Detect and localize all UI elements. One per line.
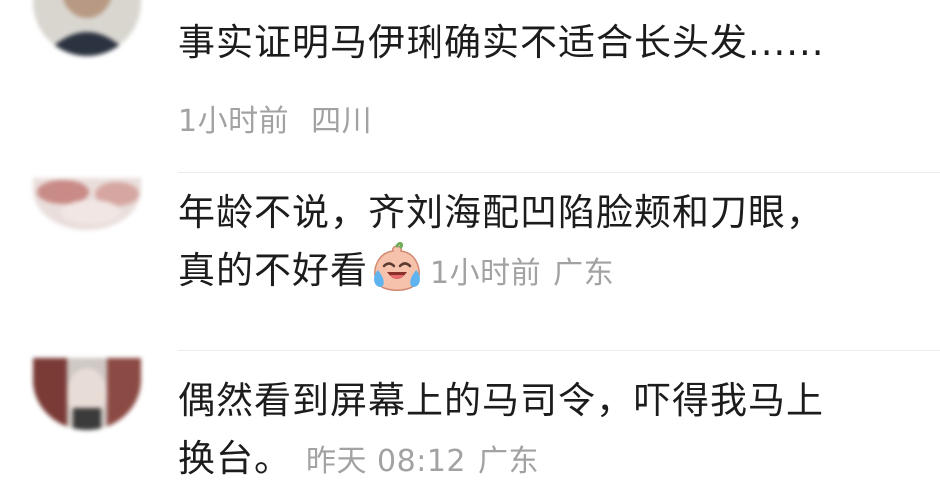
comment-text-line: 换台。	[178, 437, 292, 480]
comment-list: 事实证明马伊琍确实不适合长头发...... 1小时前 四川 年龄不说，齐刘海配凹…	[0, 0, 940, 501]
avatar[interactable]	[33, 358, 141, 430]
comment-text-line: 真的不好看	[178, 249, 368, 292]
comment-text-line-2: 换台。 昨天 08:12 广东	[178, 430, 920, 491]
avatar[interactable]	[33, 0, 141, 56]
comment-location: 广东	[553, 256, 615, 291]
comment-time: 1小时前	[178, 104, 290, 139]
crying-laughing-face-icon	[370, 242, 424, 292]
comment-text: 事实证明马伊琍确实不适合长头发......	[178, 21, 825, 64]
comment-meta: 1小时前 四川	[178, 96, 372, 140]
comment-item: 偶然看到屏幕上的马司令，吓得我马上 换台。 昨天 08:12 广东	[0, 350, 940, 501]
comment-item: 年龄不说，齐刘海配凹陷脸颊和刀眼， 真的不好看 1小时前 广东	[0, 172, 940, 350]
comment-item: 事实证明马伊琍确实不适合长头发...... 1小时前 四川	[0, 0, 940, 150]
comment-time: 昨天 08:12	[306, 444, 466, 479]
comment-location: 广东	[478, 444, 539, 479]
comment-text-line: 偶然看到屏幕上的马司令，吓得我马上	[178, 379, 824, 422]
comment-text: 偶然看到屏幕上的马司令，吓得我马上 换台。 昨天 08:12 广东	[178, 372, 920, 491]
comment-time: 1小时前	[430, 256, 542, 291]
comment-text-line: 年龄不说，齐刘海配凹陷脸颊和刀眼，	[178, 191, 824, 234]
comment-location: 四川	[311, 104, 373, 139]
comment-text: 年龄不说，齐刘海配凹陷脸颊和刀眼， 真的不好看 1小时前 广东	[178, 184, 920, 303]
avatar[interactable]	[33, 178, 141, 230]
comment-text-line-2: 真的不好看 1小时前 广东	[178, 242, 920, 303]
